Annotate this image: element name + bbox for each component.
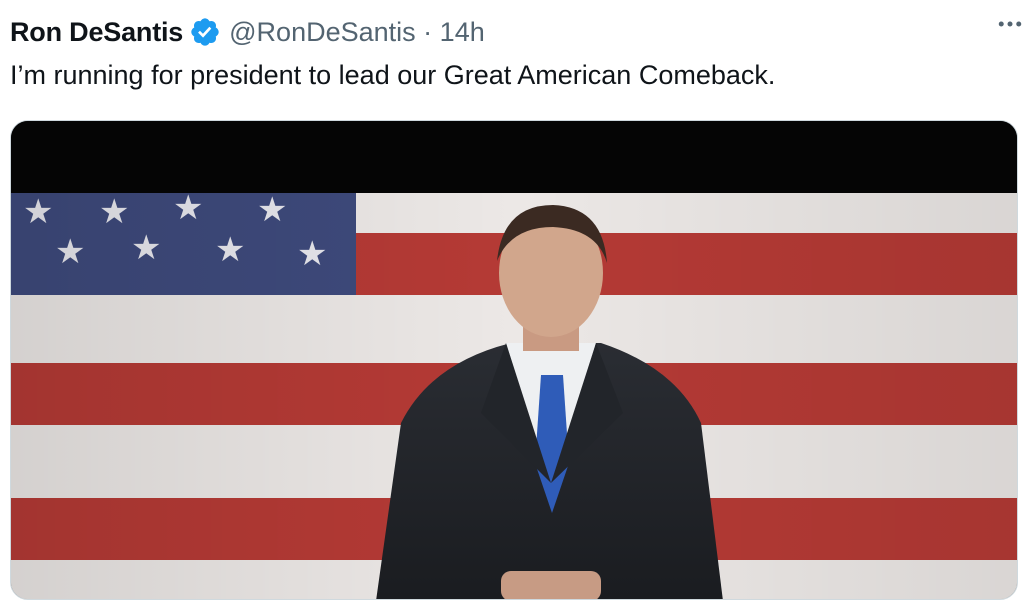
separator-text: · — [423, 16, 433, 47]
video-letterbox — [11, 121, 1017, 193]
tweet-text: I’m running for president to lead our Gr… — [10, 60, 776, 90]
timestamp[interactable]: 14h — [440, 17, 485, 48]
video-thumbnail[interactable]: ★ ★ ★ ★ ★ ★ ★ ★ — [11, 193, 1017, 599]
author-handle[interactable]: @RonDeSantis — [229, 17, 416, 48]
separator-dot: · — [416, 17, 440, 48]
video-media[interactable]: ★ ★ ★ ★ ★ ★ ★ ★ — [10, 120, 1018, 600]
author-display-name[interactable]: Ron DeSantis — [10, 17, 183, 48]
more-horizontal-icon[interactable] — [992, 6, 1028, 42]
flag-and-speaker-illustration: ★ ★ ★ ★ ★ ★ ★ ★ — [11, 193, 1017, 599]
verified-badge-icon[interactable] — [189, 16, 221, 48]
tweet-header: Ron DeSantis @RonDeSantis · 14h — [10, 12, 1024, 52]
